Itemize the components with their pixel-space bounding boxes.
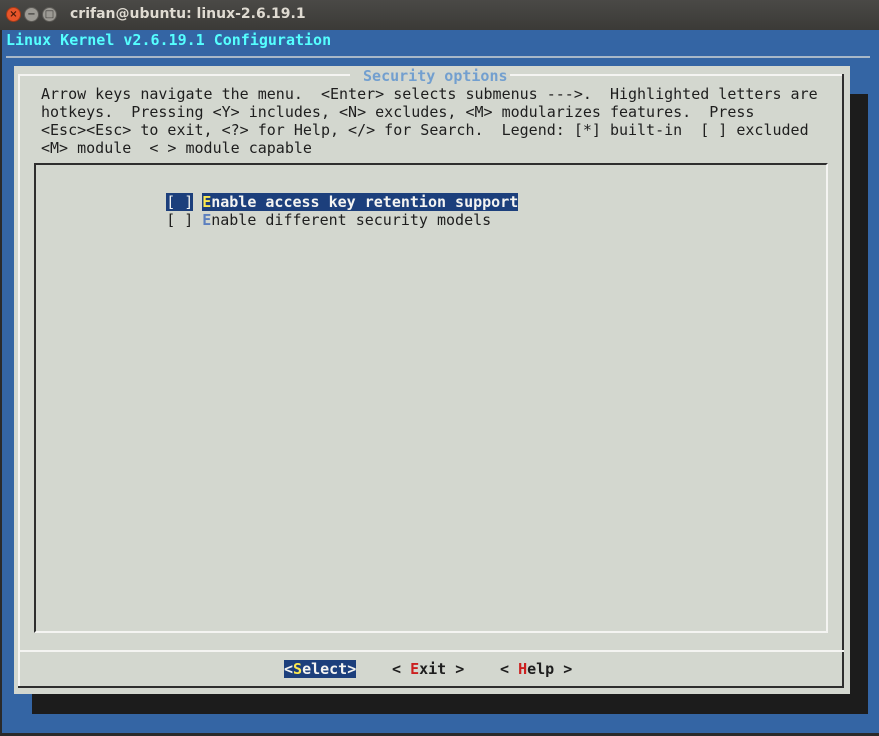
- maximize-window-button[interactable]: □: [42, 7, 57, 22]
- banner-divider: [6, 56, 870, 58]
- dialog-frame-top-right: [510, 74, 844, 76]
- security-options-dialog: Security options Arrow keys navigate the…: [14, 66, 850, 694]
- menu-item-access-key-retention[interactable]: [ ] Enable access key retention support: [112, 175, 519, 211]
- menu-item-checkbox[interactable]: [ ]: [166, 211, 202, 229]
- menu-list: [ ] Enable access key retention support […: [34, 163, 828, 633]
- help-button[interactable]: < Help >: [500, 660, 572, 678]
- exit-button-hotkey: E: [410, 660, 420, 678]
- window-title: crifan@ubuntu: linux-2.6.19.1: [70, 6, 306, 22]
- exit-button-open: <: [392, 660, 411, 678]
- help-text: Arrow keys navigate the menu. <Enter> se…: [41, 85, 818, 157]
- help-button-hotkey: H: [518, 660, 528, 678]
- dialog-frame-bottom: [18, 686, 844, 688]
- help-button-open: <: [500, 660, 519, 678]
- dialog-frame-left: [18, 74, 20, 688]
- menu-item-hotkey: E: [202, 211, 212, 229]
- terminal-edge: [0, 30, 2, 736]
- select-button-text: elect>: [302, 660, 357, 678]
- minimize-window-button[interactable]: −: [24, 7, 39, 22]
- menu-item-text: nable different security models: [211, 211, 492, 229]
- help-button-text: elp >: [527, 660, 573, 678]
- select-button-hotkey: S: [293, 660, 303, 678]
- select-button-open: <: [284, 660, 294, 678]
- exit-button-text: xit >: [419, 660, 465, 678]
- exit-button[interactable]: < Exit >: [392, 660, 464, 678]
- dialog-title: Security options: [354, 67, 517, 85]
- window-titlebar: × − □ crifan@ubuntu: linux-2.6.19.1: [0, 0, 879, 30]
- dialog-button-separator: [20, 650, 844, 652]
- select-button[interactable]: <Select>: [284, 660, 357, 678]
- menu-item-security-models[interactable]: [ ] Enable different security models: [112, 193, 491, 229]
- config-banner: Linux Kernel v2.6.19.1 Configuration: [6, 31, 332, 49]
- close-window-button[interactable]: ×: [6, 7, 21, 22]
- dialog-frame-right: [842, 74, 844, 688]
- menu-item-label: Enable different security models: [202, 211, 491, 229]
- dialog-frame-top-left: [18, 74, 350, 76]
